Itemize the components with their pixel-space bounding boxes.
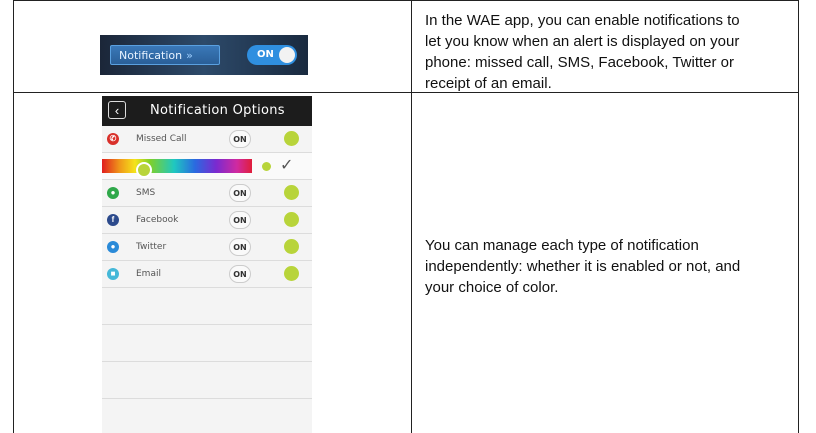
screen-title: Notification Options [150, 103, 285, 118]
color-swatch[interactable] [284, 212, 299, 227]
empty-list-row [102, 399, 312, 433]
sms-icon: ● [107, 187, 119, 199]
toggle-label: ON [257, 49, 274, 60]
screen-header: ‹ Notification Options [102, 96, 312, 126]
column-divider [411, 1, 412, 433]
color-swatch[interactable] [284, 131, 299, 146]
notification-button-label: Notification [119, 49, 183, 62]
notification-options-screen: ‹ Notification Options ✆ Missed Call ON … [102, 96, 312, 433]
slider-handle[interactable] [136, 162, 152, 178]
notification-toggle[interactable]: ON [247, 45, 297, 65]
on-toggle-button[interactable]: ON [229, 184, 251, 202]
on-toggle-button[interactable]: ON [229, 265, 251, 283]
item-label: Email [136, 269, 161, 279]
item-label: Twitter [136, 242, 167, 252]
empty-list-row [102, 325, 312, 362]
checkmark-icon[interactable]: ✓ [280, 155, 293, 174]
notification-banner: Notification» ON [100, 35, 308, 75]
color-swatch[interactable] [284, 185, 299, 200]
item-label: Facebook [136, 215, 179, 225]
row2-line: your choice of color. [425, 279, 559, 296]
row1-line: let you know when an alert is displayed … [425, 33, 740, 50]
list-item-twitter: ● Twitter ON [102, 234, 312, 261]
list-item-facebook: f Facebook ON [102, 207, 312, 234]
row1-text: In the WAE app, you can enable notificat… [425, 10, 740, 94]
twitter-icon: ● [107, 241, 119, 253]
list-item-email: ■ Email ON [102, 261, 312, 288]
empty-list-row [102, 288, 312, 325]
item-label: Missed Call [136, 134, 187, 144]
email-icon: ■ [107, 268, 119, 280]
color-picker-row: ✓ [102, 153, 312, 180]
color-swatch[interactable] [284, 239, 299, 254]
row1-line: In the WAE app, you can enable notificat… [425, 12, 740, 29]
phone-icon: ✆ [107, 133, 119, 145]
list-item-sms: ● SMS ON [102, 180, 312, 207]
facebook-icon: f [107, 214, 119, 226]
row2-text: You can manage each type of notification… [425, 235, 740, 298]
list-item-missed-call: ✆ Missed Call ON [102, 126, 312, 153]
notification-button[interactable]: Notification» [110, 45, 220, 65]
row1-line: receipt of an email. [425, 75, 552, 92]
on-toggle-button[interactable]: ON [229, 211, 251, 229]
row2-line: You can manage each type of notification [425, 237, 699, 254]
on-toggle-button[interactable]: ON [229, 130, 251, 148]
double-chevron-right-icon: » [186, 49, 193, 62]
chevron-left-icon[interactable]: ‹ [108, 101, 126, 119]
row1-line: phone: missed call, SMS, Facebook, Twitt… [425, 54, 735, 71]
empty-list-row [102, 362, 312, 399]
row2-line: independently: whether it is enabled or … [425, 258, 741, 275]
color-swatch[interactable] [284, 266, 299, 281]
selected-color-preview [262, 162, 271, 171]
color-spectrum-slider[interactable] [102, 159, 252, 178]
on-toggle-button[interactable]: ON [229, 238, 251, 256]
item-label: SMS [136, 188, 156, 198]
toggle-knob [279, 47, 295, 63]
